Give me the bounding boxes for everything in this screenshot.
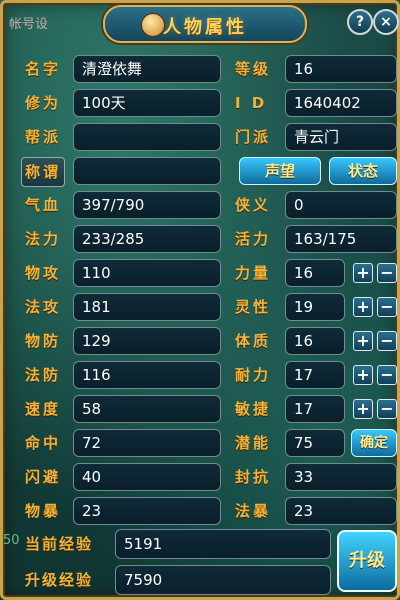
- edge-fragment-text: 50: [3, 533, 20, 548]
- guild-field: [73, 123, 221, 151]
- reputation-button[interactable]: 声望: [239, 157, 321, 185]
- magic-defense-field: 116: [73, 361, 221, 389]
- agility-minus-button[interactable]: −: [377, 399, 397, 419]
- constitution-plus-button[interactable]: +: [353, 331, 373, 351]
- current-exp-label: 当前经验: [25, 535, 94, 553]
- confirm-button[interactable]: 确定: [351, 429, 397, 457]
- level-label: 等级: [235, 60, 272, 78]
- physical-attack-field: 110: [73, 259, 221, 287]
- endurance-minus-button[interactable]: −: [377, 365, 397, 385]
- mp-label: 法力: [25, 230, 62, 248]
- close-button[interactable]: ×: [373, 9, 399, 35]
- help-button[interactable]: ?: [347, 9, 373, 35]
- vitality-field: 163/175: [285, 225, 397, 253]
- strength-minus-button[interactable]: −: [377, 263, 397, 283]
- cultivation-label: 修为: [25, 94, 62, 112]
- id-label: I D: [235, 94, 268, 112]
- chivalry-field: 0: [285, 191, 397, 219]
- speed-label: 速度: [25, 400, 62, 418]
- dodge-label: 闪避: [25, 468, 62, 486]
- hp-label: 气血: [25, 196, 62, 214]
- speed-field: 58: [73, 395, 221, 423]
- strength-field: 16: [285, 259, 345, 287]
- background-fragment: 帐号设: [9, 17, 49, 32]
- spirit-plus-button[interactable]: +: [353, 297, 373, 317]
- sect-field: 青云门: [285, 123, 397, 151]
- guild-label: 帮派: [25, 128, 62, 146]
- id-field: 1640402: [285, 89, 397, 117]
- sect-label: 门派: [235, 128, 272, 146]
- endurance-field: 17: [285, 361, 345, 389]
- seal-resist-label: 封抗: [235, 468, 272, 486]
- title-bar: 人物属性: [103, 5, 307, 43]
- upgrade-button[interactable]: 升级: [337, 530, 397, 592]
- name-label: 名字: [25, 60, 62, 78]
- constitution-minus-button[interactable]: −: [377, 331, 397, 351]
- agility-label: 敏捷: [235, 400, 272, 418]
- magic-defense-label: 法防: [25, 366, 62, 384]
- physical-defense-label: 物防: [25, 332, 62, 350]
- spirit-label: 灵性: [235, 298, 272, 316]
- magic-crit-label: 法暴: [235, 502, 272, 520]
- name-field: 清澄依舞: [73, 55, 221, 83]
- upgrade-exp-field: 7590: [115, 565, 331, 595]
- physical-defense-field: 129: [73, 327, 221, 355]
- potential-label: 潜能: [235, 434, 272, 452]
- magic-attack-field: 181: [73, 293, 221, 321]
- physical-crit-field: 23: [73, 497, 221, 525]
- character-panel: 帐号设 人物属性 ? × 名字 清澄依舞 等级 16 修为 100天 I D 1…: [0, 0, 400, 600]
- physical-attack-label: 物攻: [25, 264, 62, 282]
- hp-field: 397/790: [73, 191, 221, 219]
- spirit-minus-button[interactable]: −: [377, 297, 397, 317]
- constitution-label: 体质: [235, 332, 272, 350]
- spirit-field: 19: [285, 293, 345, 321]
- endurance-label: 耐力: [235, 366, 272, 384]
- current-exp-field: 5191: [115, 529, 331, 559]
- level-field: 16: [285, 55, 397, 83]
- title-label[interactable]: 称谓: [21, 157, 66, 187]
- magic-attack-label: 法攻: [25, 298, 62, 316]
- upgrade-exp-label: 升级经验: [25, 571, 94, 589]
- strength-label: 力量: [235, 264, 272, 282]
- chivalry-label: 侠义: [235, 196, 272, 214]
- agility-plus-button[interactable]: +: [353, 399, 373, 419]
- hit-label: 命中: [25, 434, 62, 452]
- endurance-plus-button[interactable]: +: [353, 365, 373, 385]
- magic-crit-field: 23: [285, 497, 397, 525]
- seal-resist-field: 33: [285, 463, 397, 491]
- dodge-field: 40: [73, 463, 221, 491]
- agility-field: 17: [285, 395, 345, 423]
- status-button[interactable]: 状态: [329, 157, 397, 185]
- physical-crit-label: 物暴: [25, 502, 62, 520]
- hit-field: 72: [73, 429, 221, 457]
- title-field: [73, 157, 221, 185]
- panel-title: 人物属性: [163, 17, 247, 38]
- cultivation-field: 100天: [73, 89, 221, 117]
- mp-field: 233/285: [73, 225, 221, 253]
- strength-plus-button[interactable]: +: [353, 263, 373, 283]
- potential-field: 75: [285, 429, 345, 457]
- constitution-field: 16: [285, 327, 345, 355]
- vitality-label: 活力: [235, 230, 272, 248]
